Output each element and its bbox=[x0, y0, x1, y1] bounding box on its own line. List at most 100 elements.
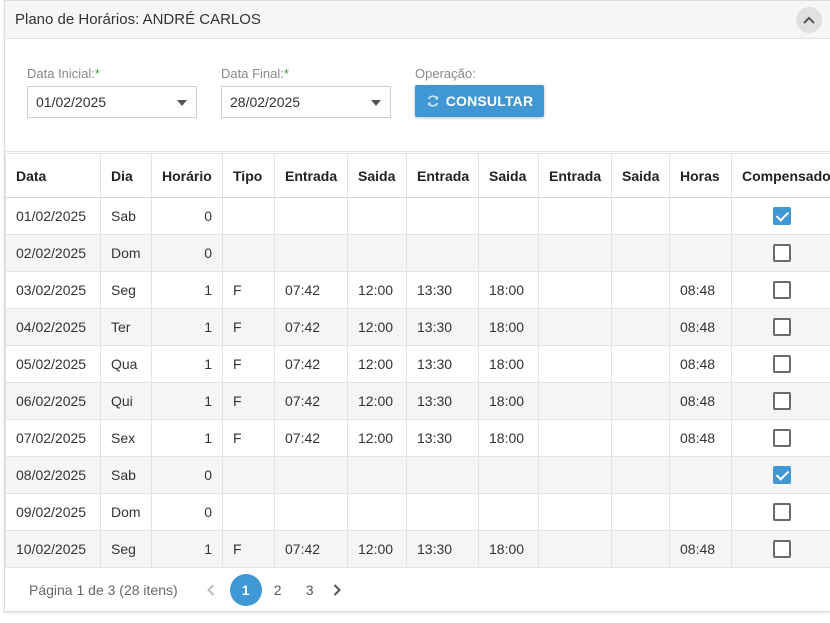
cell-horario: 1 bbox=[151, 271, 223, 309]
schedule-panel: Plano de Horários: ANDRÉ CARLOS Data Ini… bbox=[4, 0, 830, 612]
cell-entrada-2 bbox=[406, 234, 479, 272]
cell-entrada-2 bbox=[406, 456, 479, 494]
table-row[interactable]: 02/02/2025 Dom 0 bbox=[5, 234, 830, 272]
cell-horario: 0 bbox=[151, 234, 223, 272]
cell-tipo bbox=[222, 493, 275, 531]
compensado-checkbox[interactable] bbox=[772, 540, 791, 559]
cell-entrada-3 bbox=[538, 456, 612, 494]
column-header-tipo[interactable]: Tipo bbox=[222, 153, 275, 198]
chevron-up-icon bbox=[803, 16, 815, 24]
cell-entrada-1 bbox=[274, 197, 348, 235]
compensado-checkbox[interactable] bbox=[772, 318, 791, 337]
cell-data: 07/02/2025 bbox=[5, 419, 101, 457]
cell-dia: Qua bbox=[100, 345, 152, 383]
cell-horario: 0 bbox=[151, 456, 223, 494]
compensado-checkbox[interactable] bbox=[772, 355, 791, 374]
table-row[interactable]: 04/02/2025 Ter 1 F 07:42 12:00 13:30 18:00 08:48 bbox=[5, 308, 830, 346]
table-row[interactable]: 06/02/2025 Qui 1 F 07:42 12:00 13:30 18:00 08:48 bbox=[5, 382, 830, 420]
end-date-label: Data Final:* bbox=[221, 66, 289, 81]
compensado-checkbox[interactable] bbox=[772, 392, 791, 411]
cell-saida-2 bbox=[478, 493, 539, 531]
cell-horario: 1 bbox=[151, 382, 223, 420]
table-row[interactable]: 09/02/2025 Dom 0 bbox=[5, 493, 830, 531]
cell-dia: Seg bbox=[100, 271, 152, 309]
cell-entrada-3 bbox=[538, 345, 612, 383]
cell-dia: Sab bbox=[100, 197, 152, 235]
consultar-label: CONSULTAR bbox=[445, 93, 534, 109]
page-button-2[interactable]: 2 bbox=[262, 574, 294, 606]
compensado-checkbox[interactable] bbox=[772, 207, 791, 226]
table-row[interactable]: 01/02/2025 Sab 0 bbox=[5, 197, 830, 235]
cell-saida-3 bbox=[611, 308, 670, 346]
column-header-entrada-2[interactable]: Entrada bbox=[406, 153, 479, 198]
cell-tipo bbox=[222, 234, 275, 272]
cell-entrada-1: 07:42 bbox=[274, 382, 348, 420]
collapse-button[interactable] bbox=[796, 7, 822, 33]
column-header-compensado[interactable]: Compensado bbox=[731, 153, 830, 198]
cell-entrada-1 bbox=[274, 234, 348, 272]
cell-data: 04/02/2025 bbox=[5, 308, 101, 346]
cell-dia: Dom bbox=[100, 234, 152, 272]
caret-down-icon bbox=[371, 100, 381, 106]
cell-saida-3 bbox=[611, 345, 670, 383]
end-date-select[interactable]: 28/02/2025 bbox=[221, 86, 391, 118]
chevron-right-icon[interactable] bbox=[326, 583, 348, 596]
cell-entrada-1: 07:42 bbox=[274, 308, 348, 346]
column-header-entrada-3[interactable]: Entrada bbox=[538, 153, 612, 198]
table-row[interactable]: 03/02/2025 Seg 1 F 07:42 12:00 13:30 18:00 08:48 bbox=[5, 271, 830, 309]
cell-saida-1 bbox=[347, 197, 407, 235]
table-row[interactable]: 07/02/2025 Sex 1 F 07:42 12:00 13:30 18:00 08:48 bbox=[5, 419, 830, 457]
compensado-checkbox[interactable] bbox=[772, 429, 791, 448]
end-date-value: 28/02/2025 bbox=[230, 94, 301, 110]
chevron-left-icon[interactable] bbox=[200, 583, 222, 596]
cell-saida-2: 18:00 bbox=[478, 308, 539, 346]
start-date-select[interactable]: 01/02/2025 bbox=[27, 86, 197, 118]
compensado-checkbox[interactable] bbox=[772, 466, 791, 485]
cell-horas: 08:48 bbox=[669, 419, 732, 457]
cell-data: 09/02/2025 bbox=[5, 493, 101, 531]
table-row[interactable]: 08/02/2025 Sab 0 bbox=[5, 456, 830, 494]
cell-entrada-2: 13:30 bbox=[406, 419, 479, 457]
cell-dia: Ter bbox=[100, 308, 152, 346]
page-button-3[interactable]: 3 bbox=[294, 574, 326, 606]
cell-entrada-1 bbox=[274, 493, 348, 531]
cell-saida-1: 12:00 bbox=[347, 345, 407, 383]
cell-dia: Qui bbox=[100, 382, 152, 420]
table-row[interactable]: 10/02/2025 Seg 1 F 07:42 12:00 13:30 18:00 08:48 bbox=[5, 530, 830, 568]
column-header-saida-2[interactable]: Saida bbox=[478, 153, 539, 198]
table-row[interactable]: 05/02/2025 Qua 1 F 07:42 12:00 13:30 18:00 08:48 bbox=[5, 345, 830, 383]
pager-info: Página 1 de 3 (28 itens) bbox=[29, 581, 178, 598]
compensado-checkbox[interactable] bbox=[772, 281, 791, 300]
cell-tipo: F bbox=[222, 382, 275, 420]
cell-saida-3 bbox=[611, 530, 670, 568]
column-header-saida-3[interactable]: Saida bbox=[611, 153, 670, 198]
header-row: Data Dia Horário Tipo Entrada Saida Entr… bbox=[5, 153, 830, 198]
cell-entrada-3 bbox=[538, 197, 612, 235]
compensado-checkbox[interactable] bbox=[772, 244, 791, 263]
cell-tipo: F bbox=[222, 271, 275, 309]
column-header-horas[interactable]: Horas bbox=[669, 153, 732, 198]
schedule-table: Data Dia Horário Tipo Entrada Saida Entr… bbox=[5, 153, 830, 568]
cell-horas: 08:48 bbox=[669, 308, 732, 346]
cell-entrada-2: 13:30 bbox=[406, 345, 479, 383]
cell-tipo: F bbox=[222, 345, 275, 383]
column-header-entrada-1[interactable]: Entrada bbox=[274, 153, 348, 198]
cell-compensado bbox=[731, 530, 830, 568]
cell-horario: 1 bbox=[151, 419, 223, 457]
cell-compensado bbox=[731, 197, 830, 235]
cell-horario: 0 bbox=[151, 197, 223, 235]
cell-horas bbox=[669, 197, 732, 235]
cell-entrada-1: 07:42 bbox=[274, 419, 348, 457]
cell-saida-3 bbox=[611, 271, 670, 309]
cell-entrada-3 bbox=[538, 419, 612, 457]
cell-entrada-3 bbox=[538, 530, 612, 568]
column-header-data[interactable]: Data bbox=[5, 153, 101, 198]
column-header-horario[interactable]: Horário bbox=[151, 153, 223, 198]
page-button-1[interactable]: 1 bbox=[229, 573, 262, 606]
column-header-dia[interactable]: Dia bbox=[100, 153, 152, 198]
consultar-button[interactable]: CONSULTAR bbox=[415, 85, 544, 117]
cell-saida-3 bbox=[611, 456, 670, 494]
cell-data: 10/02/2025 bbox=[5, 530, 101, 568]
column-header-saida-1[interactable]: Saida bbox=[347, 153, 407, 198]
compensado-checkbox[interactable] bbox=[772, 503, 791, 522]
